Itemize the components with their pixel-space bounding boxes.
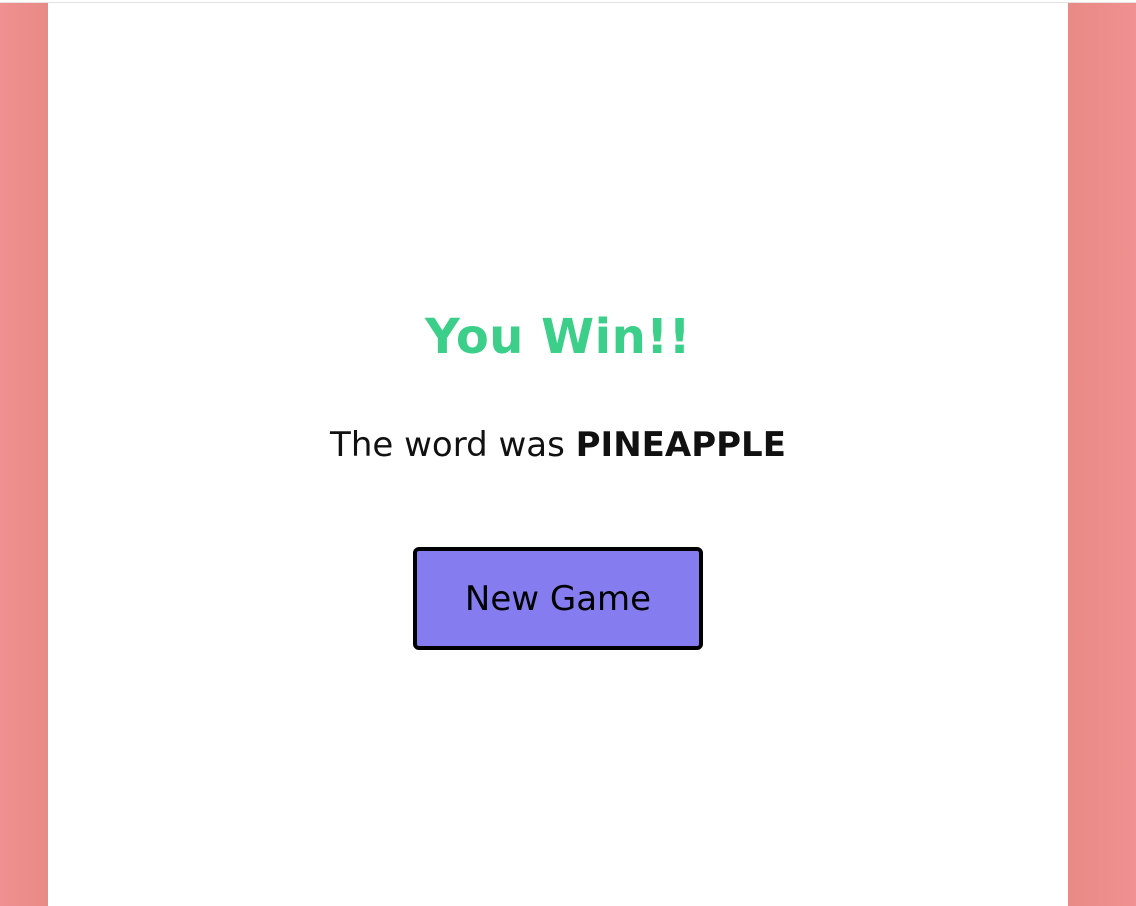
game-over-card: You Win!! The word was PINEAPPLE New Gam… — [48, 3, 1068, 906]
answer-word: PINEAPPLE — [575, 425, 786, 465]
result-title: You Win!! — [424, 309, 692, 365]
word-reveal: The word was PINEAPPLE — [48, 421, 1068, 469]
word-reveal-prefix: The word was — [330, 425, 565, 465]
background-left — [0, 3, 48, 906]
new-game-button-label: New Game — [464, 578, 652, 619]
background-right — [1068, 3, 1136, 906]
new-game-button[interactable]: New Game — [413, 547, 703, 650]
